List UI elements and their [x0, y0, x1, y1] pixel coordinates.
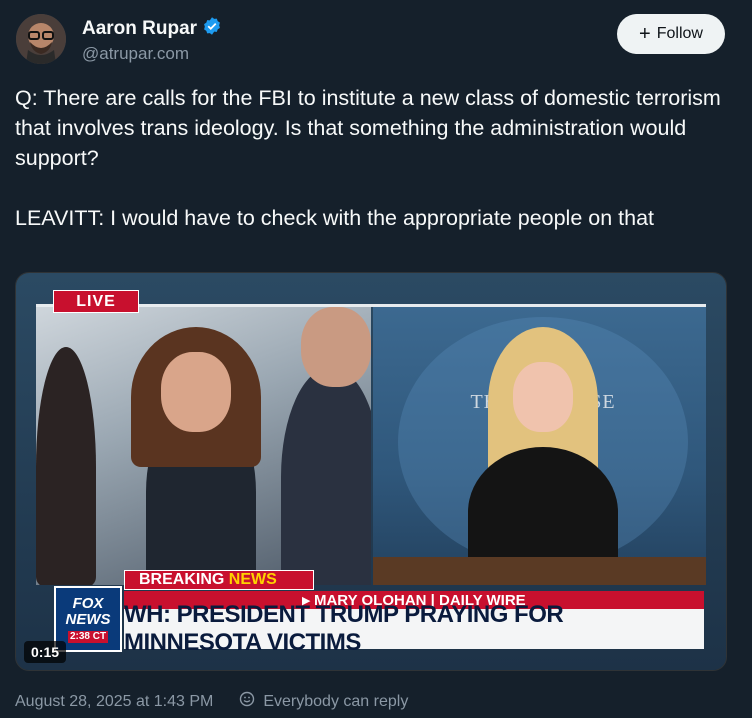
news-word: NEWS	[228, 571, 277, 588]
news-lower-third: BREAKING NEWS FOX NEWS 2:38 CT ▸ MARY OL…	[54, 570, 706, 656]
chyron-headline: WH: PRESIDENT TRUMP PRAYING FOR MINNESOT…	[124, 601, 704, 656]
fox-news-logo-text: FOX NEWS	[65, 594, 111, 628]
tweet-text: Q: There are calls for the FBI to instit…	[15, 83, 730, 233]
globe-icon	[239, 691, 255, 712]
video-right-panel: THE WH OUSE	[373, 307, 706, 585]
video-left-panel	[36, 307, 371, 585]
tweet-paragraph-answer: LEAVITT: I would have to check with the …	[15, 206, 655, 230]
follow-label: Follow	[656, 25, 703, 42]
tweet-paragraph-question: Q: There are calls for the FBI to instit…	[15, 86, 721, 170]
breaking-news-label: BREAKING NEWS	[124, 570, 314, 590]
author-name[interactable]: Aaron Rupar	[82, 18, 197, 40]
author-handle[interactable]: @atrupar.com	[82, 44, 189, 64]
tweet-footer: August 28, 2025 at 1:43 PM Everybody can…	[15, 691, 408, 712]
video-player[interactable]: THE WH OUSE LIVE BREAKING NEWS FOX NEWS …	[15, 272, 727, 671]
verified-badge-icon	[202, 16, 222, 41]
live-badge: LIVE	[53, 290, 139, 313]
reply-setting: Everybody can reply	[263, 692, 409, 710]
network-clock: 2:38 CT	[67, 630, 109, 643]
tweet-timestamp[interactable]: August 28, 2025 at 1:43 PM	[15, 693, 213, 711]
follow-button[interactable]: + Follow	[617, 14, 725, 54]
plus-icon: +	[639, 23, 651, 45]
breaking-word: BREAKING	[139, 571, 225, 588]
avatar[interactable]	[16, 14, 66, 64]
author-name-row: Aaron Rupar	[82, 16, 222, 41]
video-duration: 0:15	[24, 641, 67, 663]
